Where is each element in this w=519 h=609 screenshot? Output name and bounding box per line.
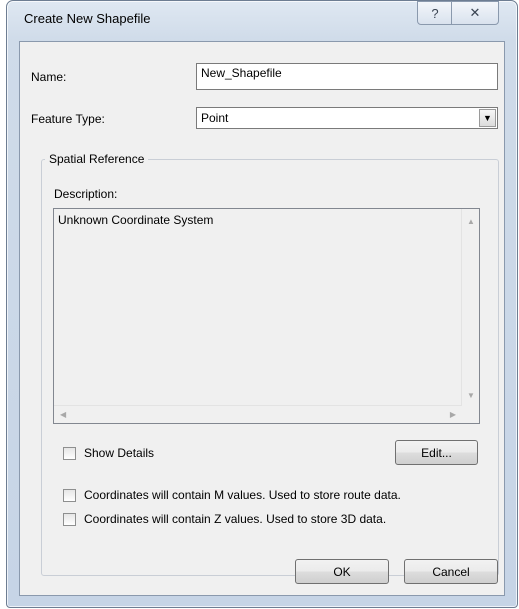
name-label: Name:: [31, 70, 67, 84]
description-text: Unknown Coordinate System: [58, 213, 214, 227]
create-new-shapefile-dialog: Create New Shapefile ? ✕ Name: New_Shape…: [6, 0, 518, 608]
feature-type-label: Feature Type:: [31, 112, 105, 126]
dialog-client-area: Name: New_Shapefile Feature Type: Point …: [19, 41, 505, 596]
show-details-label: Show Details: [84, 446, 155, 460]
m-values-label: Coordinates will contain M values. Used …: [84, 488, 401, 502]
scroll-down-icon[interactable]: ▼: [467, 391, 475, 400]
scroll-right-icon[interactable]: ▶: [450, 410, 456, 419]
scroll-up-icon[interactable]: ▲: [467, 217, 475, 226]
description-label: Description:: [54, 187, 118, 201]
name-input-value: New_Shapefile: [201, 66, 282, 80]
ok-button[interactable]: OK: [295, 559, 389, 584]
help-button[interactable]: ?: [417, 1, 453, 25]
horizontal-scrollbar[interactable]: ◀ ▶: [54, 405, 462, 423]
help-icon: ?: [431, 5, 439, 21]
vertical-scrollbar[interactable]: ▲ ▼: [461, 209, 479, 406]
chevron-down-icon[interactable]: ▼: [479, 109, 496, 127]
description-box[interactable]: Unknown Coordinate System ▲ ▼ ◀ ▶: [53, 208, 480, 424]
name-input[interactable]: New_Shapefile: [196, 63, 498, 90]
close-button[interactable]: ✕: [451, 1, 499, 25]
m-values-checkbox[interactable]: [63, 489, 76, 502]
close-icon: ✕: [469, 5, 481, 20]
cancel-button[interactable]: Cancel: [404, 559, 498, 584]
edit-button[interactable]: Edit...: [395, 440, 478, 465]
feature-type-value: Point: [201, 111, 229, 125]
feature-type-select[interactable]: Point ▼: [196, 107, 498, 129]
scroll-left-icon[interactable]: ◀: [60, 410, 66, 419]
show-details-checkbox[interactable]: [63, 447, 76, 460]
z-values-label: Coordinates will contain Z values. Used …: [84, 512, 387, 526]
z-values-checkbox[interactable]: [63, 513, 76, 526]
dialog-title: Create New Shapefile: [24, 11, 151, 26]
scrollbar-corner: [462, 406, 479, 423]
spatial-reference-title: Spatial Reference: [45, 152, 149, 166]
